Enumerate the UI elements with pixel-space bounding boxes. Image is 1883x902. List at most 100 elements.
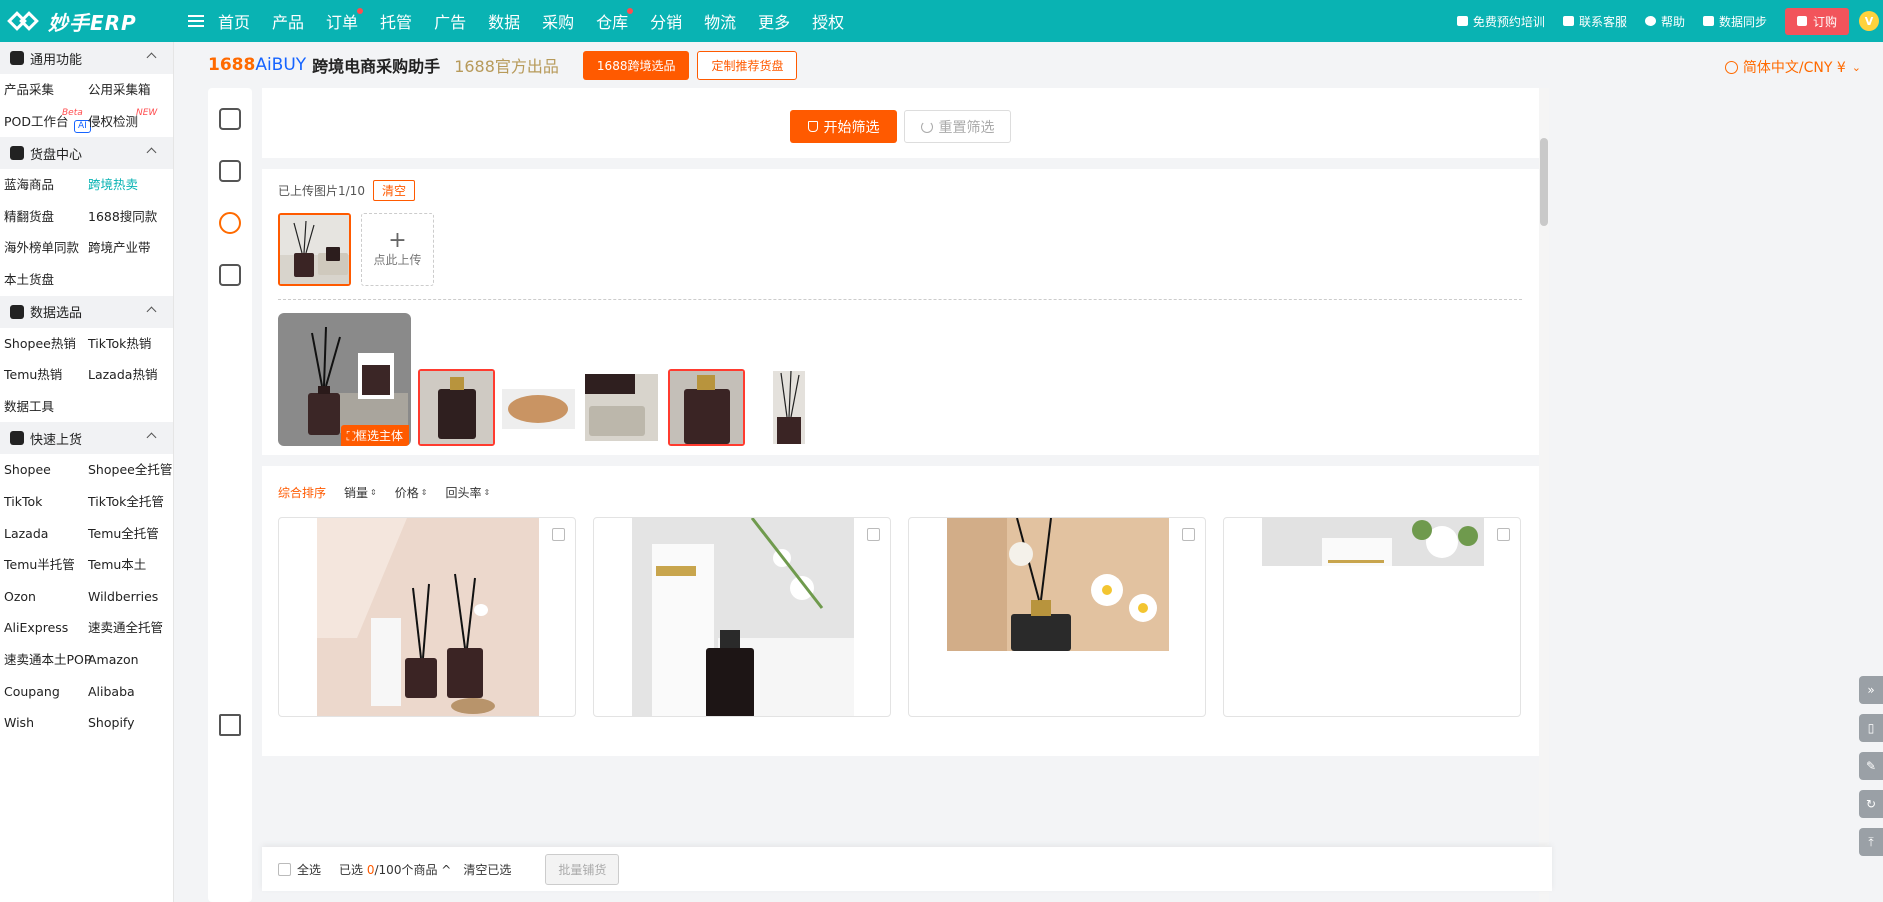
nav-item[interactable]: 物流 <box>704 9 736 33</box>
start-filter-button[interactable]: 开始筛选 <box>790 110 897 143</box>
sidebar-section-header[interactable]: 通用功能 <box>0 42 173 74</box>
crop-candidate[interactable] <box>773 371 805 444</box>
list-view-icon[interactable] <box>219 264 241 286</box>
sort-option[interactable]: 综合排序 <box>278 484 326 501</box>
crop-candidate[interactable] <box>418 369 495 446</box>
sidebar-item[interactable]: TikTok <box>4 486 88 518</box>
camera-search-icon[interactable] <box>219 160 241 182</box>
nav-item[interactable]: 采购 <box>542 9 574 33</box>
sidebar-item[interactable]: Temu热销 <box>4 359 88 391</box>
refresh-float-icon[interactable]: ↻ <box>1859 790 1883 818</box>
support-link[interactable]: 联系客服 <box>1562 13 1627 30</box>
product-card[interactable] <box>908 517 1206 717</box>
sidebar-item[interactable]: Temu全托管 <box>88 518 173 550</box>
sidebar-item[interactable]: Ozon <box>4 581 88 613</box>
sidebar-item[interactable]: Amazon <box>88 644 173 676</box>
sidebar-item[interactable]: Shopee <box>4 454 88 486</box>
product-card[interactable] <box>278 517 576 717</box>
sidebar-item[interactable]: AliExpress <box>4 612 88 644</box>
sidebar-item[interactable]: 侵权检测 NEW <box>88 106 173 138</box>
vip-avatar[interactable]: V <box>1859 11 1879 31</box>
home-icon[interactable] <box>219 108 241 130</box>
clear-selected-button[interactable]: 清空已选 <box>463 861 511 878</box>
crop-candidate[interactable] <box>668 369 745 446</box>
nav-item[interactable]: 数据 <box>488 9 520 33</box>
batch-publish-button[interactable]: 批量铺货 <box>545 853 620 885</box>
scroll-thumb[interactable] <box>1540 138 1548 226</box>
expand-icon[interactable]: » <box>1859 676 1883 704</box>
content-scrollbar[interactable] <box>1539 88 1549 902</box>
nav-item[interactable]: 授权 <box>812 9 844 33</box>
product-checkbox[interactable] <box>1497 528 1510 541</box>
select-all-checkbox[interactable] <box>278 862 291 876</box>
uploaded-thumbnail[interactable] <box>278 213 351 286</box>
selected-count[interactable]: 已选 0/100个商品 ^ <box>339 861 451 878</box>
back-to-top-icon[interactable]: ⤒ <box>1859 828 1883 856</box>
nav-item[interactable]: 广告 <box>434 9 466 33</box>
sidebar-item[interactable]: 海外榜单同款 <box>4 232 88 264</box>
sidebar-item[interactable]: Temu本土 <box>88 549 173 581</box>
crop-candidate[interactable] <box>585 374 658 441</box>
menu-toggle-icon[interactable] <box>188 12 204 30</box>
logo[interactable]: 妙手ERP <box>0 7 180 36</box>
sidebar-item[interactable]: Lazada热销 <box>88 359 173 391</box>
nav-item[interactable]: 首页 <box>218 9 250 33</box>
product-card[interactable] <box>1223 517 1521 717</box>
feedback-icon[interactable]: ✎ <box>1859 752 1883 780</box>
sidebar-item[interactable]: 1688搜同款 <box>88 201 173 233</box>
sidebar-item[interactable]: 公用采集箱 <box>88 74 173 106</box>
sort-option[interactable]: 销量 ⇕ <box>344 484 377 501</box>
cross-border-select-button[interactable]: 1688跨境选品 <box>582 50 690 80</box>
sidebar-item[interactable]: 数据工具 <box>4 391 88 423</box>
data-sync-link[interactable]: 数据同步 <box>1702 13 1767 30</box>
nav-item[interactable]: 更多 <box>758 9 790 33</box>
sidebar-item[interactable]: 蓝海商品 <box>4 169 88 201</box>
reset-filter-button[interactable]: 重置筛选 <box>904 110 1011 143</box>
nav-item[interactable]: 产品 <box>272 9 304 33</box>
sidebar-item[interactable]: Shopee全托管 <box>88 454 173 486</box>
crop-candidate[interactable] <box>502 389 575 429</box>
sidebar-item[interactable]: Lazada <box>4 518 88 550</box>
sidebar-item[interactable]: Alibaba <box>88 676 173 708</box>
mobile-icon[interactable]: ▯ <box>1859 714 1883 742</box>
custom-recommend-button[interactable]: 定制推荐货盘 <box>697 50 798 80</box>
collapse-panel-icon[interactable] <box>219 714 241 736</box>
sidebar-item[interactable]: Wildberries <box>88 581 173 613</box>
nav-item[interactable]: 托管 <box>380 9 412 33</box>
sidebar-item[interactable]: 跨境热卖 <box>88 169 173 201</box>
language-currency-select[interactable]: 简体中文/CNY ¥ ⌄ <box>1724 57 1861 77</box>
product-checkbox[interactable] <box>867 528 880 541</box>
sidebar-item[interactable]: Coupang <box>4 676 88 708</box>
subject-preview[interactable]: ⛶框选主体 <box>278 313 411 446</box>
product-card[interactable] <box>593 517 891 717</box>
sidebar-item[interactable]: TikTok全托管 <box>88 486 173 518</box>
sidebar-item[interactable]: Shopify <box>88 707 173 739</box>
sidebar-item[interactable]: 速卖通全托管 <box>88 612 173 644</box>
sort-option[interactable]: 回头率 ⇕ <box>445 484 490 501</box>
nav-item[interactable]: 分销 <box>650 9 682 33</box>
sidebar-item[interactable]: 精翻货盘 <box>4 201 88 233</box>
training-link[interactable]: 免费预约培训 <box>1456 13 1545 30</box>
sidebar-item[interactable]: Shopee热销 <box>4 328 88 360</box>
help-link[interactable]: 帮助 <box>1644 13 1685 30</box>
sidebar-item[interactable]: 本土货盘 <box>4 264 88 296</box>
sidebar-item[interactable]: TikTok热销 <box>88 328 173 360</box>
sort-option[interactable]: 价格 ⇕ <box>395 484 428 501</box>
sidebar-item[interactable]: POD工作台 Beta AI <box>4 106 91 138</box>
trend-icon[interactable] <box>219 212 241 234</box>
nav-item[interactable]: 仓库 <box>596 8 634 33</box>
upload-slot[interactable]: + 点此上传 <box>361 213 434 286</box>
sidebar-item[interactable]: Temu半托管 <box>4 549 88 581</box>
product-checkbox[interactable] <box>552 528 565 541</box>
sidebar-section-header[interactable]: 快速上货 <box>0 422 173 455</box>
frame-subject-button[interactable]: ⛶框选主体 <box>340 425 409 446</box>
sidebar-item[interactable]: 速卖通本土POP <box>4 644 91 676</box>
select-all-label[interactable]: 全选 <box>297 861 321 878</box>
order-button[interactable]: 订购 <box>1784 7 1849 35</box>
clear-uploads-button[interactable]: 清空 <box>372 180 415 201</box>
sidebar-section-header[interactable]: 数据选品 <box>0 295 173 328</box>
sidebar-item[interactable]: 跨境产业带 <box>88 232 173 264</box>
product-checkbox[interactable] <box>1182 528 1195 541</box>
sidebar-item[interactable]: Wish <box>4 707 88 739</box>
nav-item[interactable]: 订单 <box>326 8 364 33</box>
